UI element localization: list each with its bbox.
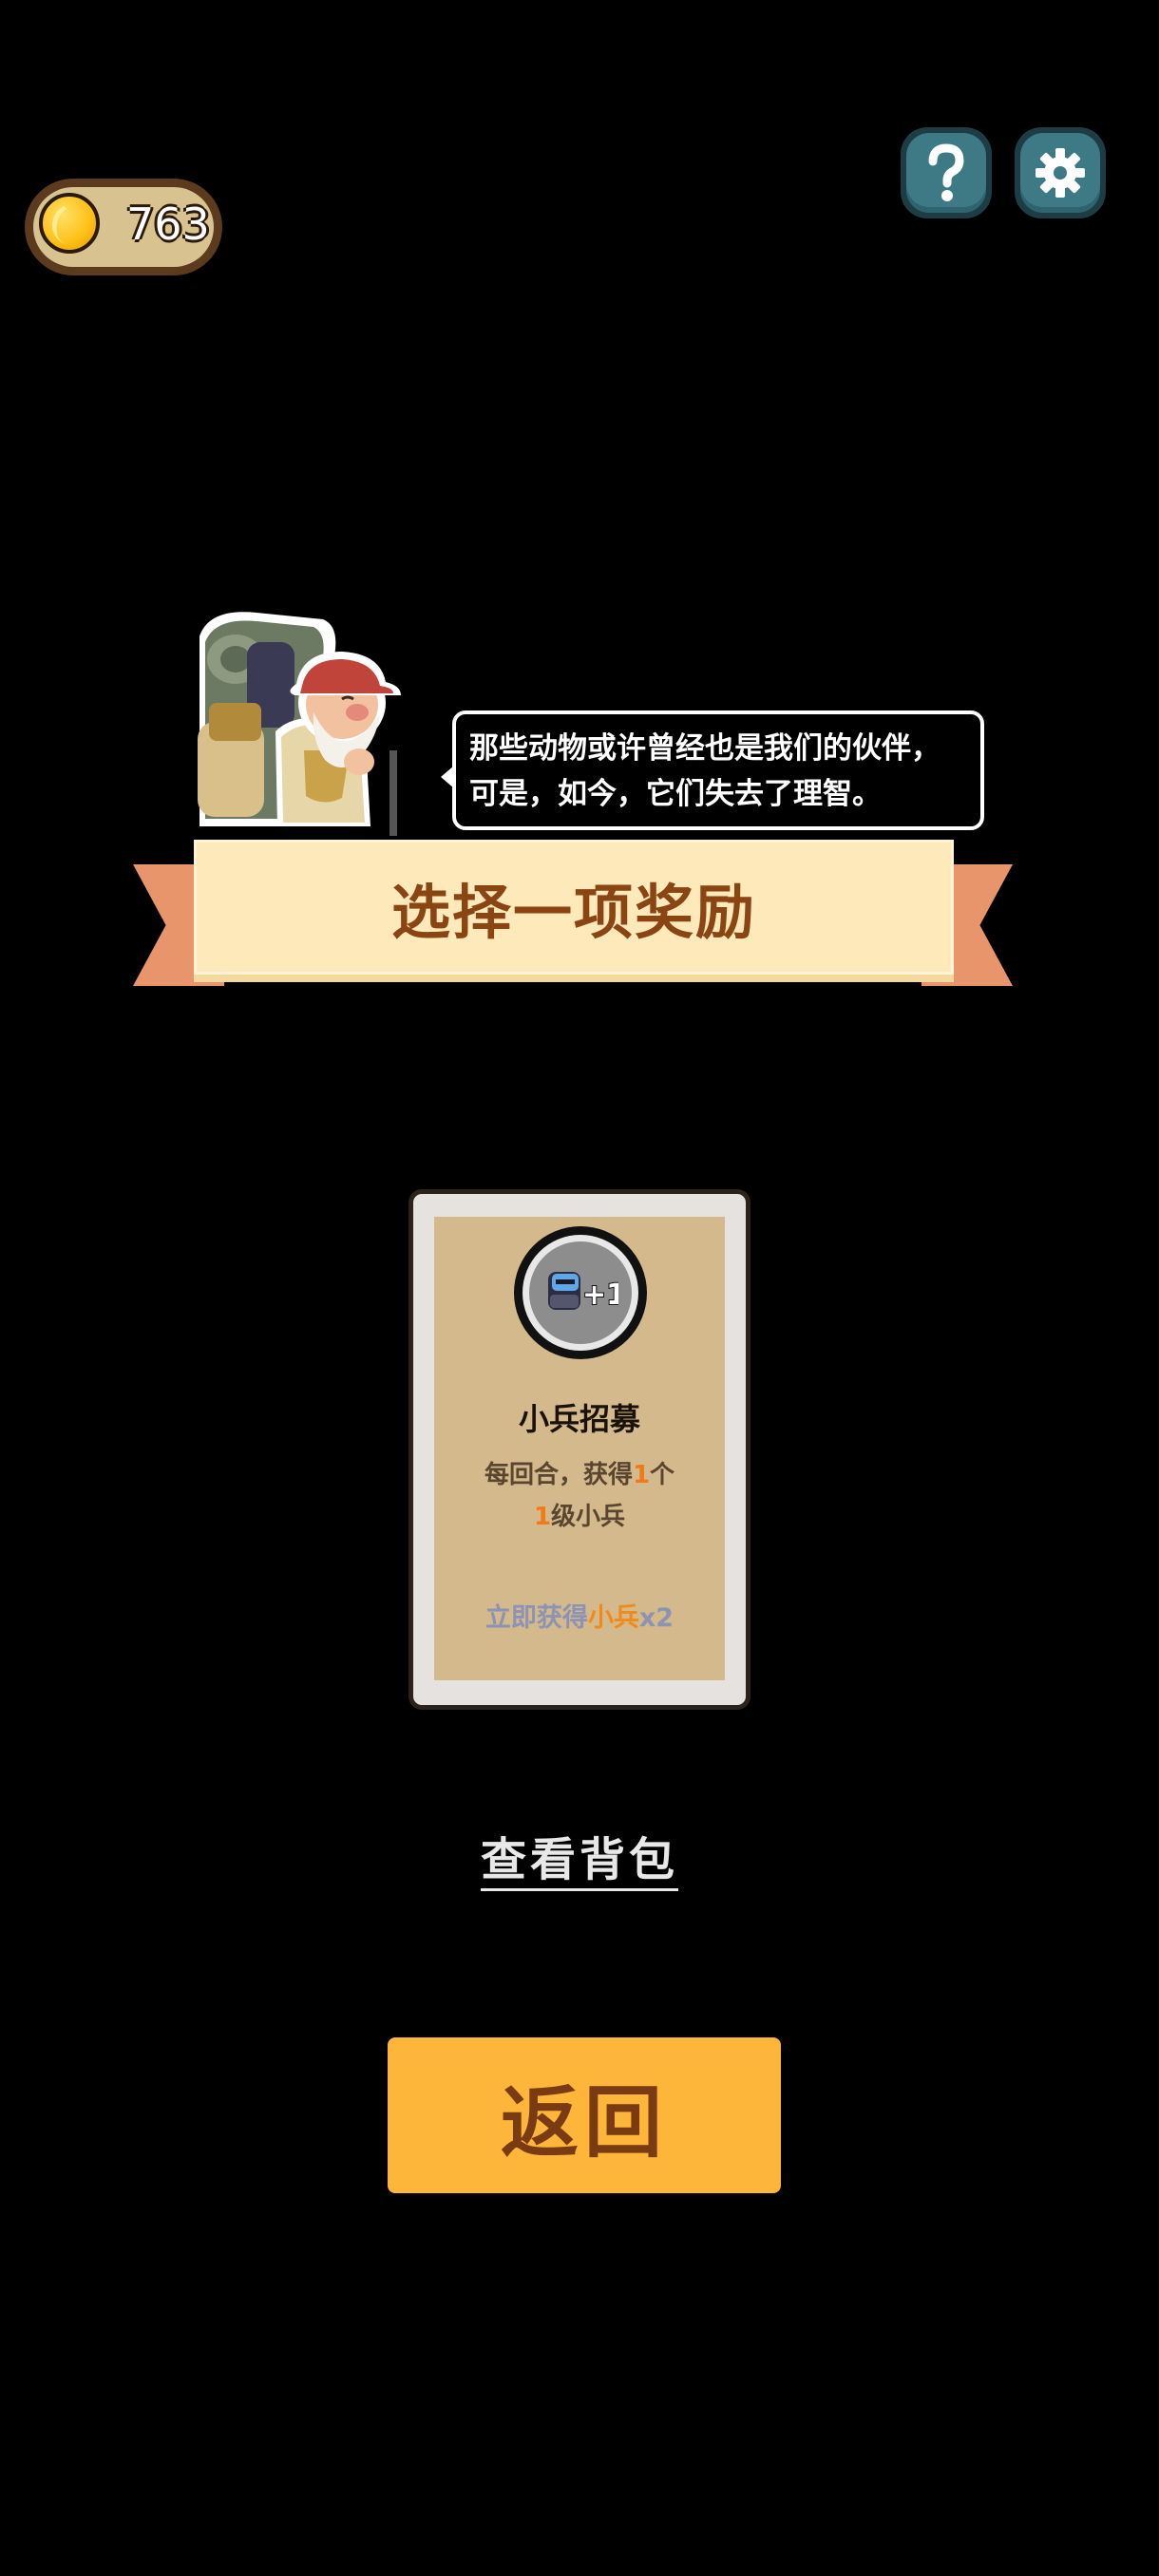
dialog-line-1: 那些动物或许曾经也是我们的伙伴， <box>469 731 940 766</box>
old-explorer-character <box>198 612 401 836</box>
reward-desc-text-1: 每回合，获得 <box>484 1461 633 1489</box>
reward-bonus: 立即获得小兵x2 <box>434 1597 725 1634</box>
reward-description: 每回合，获得1个 1级小兵 <box>434 1454 725 1538</box>
reward-bonus-suffix: x2 <box>638 1603 674 1633</box>
gold-coin-icon <box>39 193 100 254</box>
soldier-plus-one-icon: +1 <box>514 1226 647 1359</box>
dialog-line-2: 可是，如今，它们失去了理智。 <box>469 777 882 811</box>
reward-desc-num-2: 1 <box>533 1503 552 1531</box>
speech-bubble: 那些动物或许曾经也是我们的伙伴， 可是，如今，它们失去了理智。 <box>441 710 984 830</box>
view-backpack-label: 查看背包 <box>480 1833 678 1891</box>
reward-desc-text-3: 级小兵 <box>551 1503 626 1531</box>
reward-icon-ring: +1 <box>522 1235 638 1351</box>
game-screen: 763 那些动物或许曾经也是我们的伙伴， 可是，如今，它们失去了理智。 选择一项… <box>0 0 1159 2576</box>
return-button[interactable]: 返回 <box>388 2037 781 2193</box>
view-backpack-link[interactable]: 查看背包 <box>418 1822 741 1891</box>
gear-icon <box>1036 148 1085 198</box>
reward-icon-core: +1 <box>529 1241 632 1344</box>
reward-card[interactable]: +1 小兵招募 每回合，获得1个 1级小兵 立即获得小兵x2 <box>408 1189 750 1710</box>
reward-desc-line-1: 每回合，获得1个 <box>434 1454 725 1496</box>
reward-banner: 选择一项奖励 <box>194 840 954 975</box>
help-button-face <box>906 133 986 213</box>
help-button[interactable] <box>901 127 992 218</box>
settings-button[interactable] <box>1015 127 1106 218</box>
reward-name: 小兵招募 <box>518 1401 640 1437</box>
return-button-label: 返回 <box>500 2077 668 2169</box>
reward-desc-num-1: 1 <box>632 1461 651 1489</box>
reward-card-inner: +1 小兵招募 每回合，获得1个 1级小兵 立即获得小兵x2 <box>434 1217 725 1680</box>
reward-bonus-prefix: 立即获得 <box>484 1603 588 1633</box>
coin-counter: 763 <box>25 179 222 275</box>
reward-desc-text-2: 个 <box>650 1461 675 1489</box>
coin-counter-inner: 763 <box>33 187 214 267</box>
reward-icon-text: +1 <box>582 1279 618 1312</box>
coin-count: 763 <box>126 199 210 250</box>
banner-title: 选择一项奖励 <box>390 878 756 947</box>
question-mark-icon <box>928 143 964 201</box>
reward-bonus-item: 小兵 <box>587 1603 639 1633</box>
settings-button-face <box>1020 133 1100 213</box>
reward-desc-line-2: 1级小兵 <box>434 1496 725 1538</box>
soldier-icon: +1 <box>548 1272 618 1313</box>
